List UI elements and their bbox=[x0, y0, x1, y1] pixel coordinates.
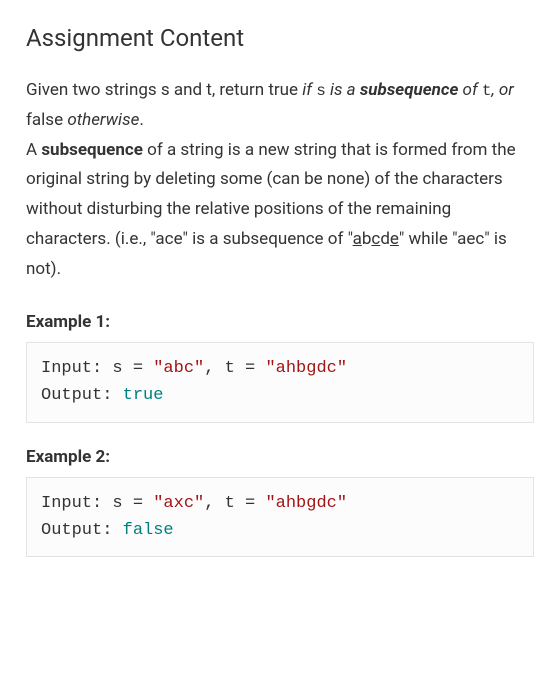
desc-italic: , or bbox=[491, 80, 513, 100]
desc-text: d bbox=[380, 229, 390, 249]
example-2-label: Example 2: bbox=[26, 447, 534, 467]
desc-italic: is a bbox=[326, 80, 360, 100]
desc-underline: c bbox=[371, 229, 380, 249]
desc-underline: e bbox=[390, 229, 399, 249]
desc-text: b bbox=[362, 229, 372, 249]
code-text: , t = bbox=[204, 359, 265, 378]
example-1-code: Input: s = "abc", t = "ahbgdc" Output: t… bbox=[26, 342, 534, 422]
code-text: Output: bbox=[41, 386, 123, 405]
desc-underline: a bbox=[353, 229, 362, 249]
code-bool: true bbox=[123, 386, 164, 405]
code-text: , t = bbox=[204, 494, 265, 513]
code-string: "ahbgdc" bbox=[265, 494, 347, 513]
page-title: Assignment Content bbox=[26, 24, 534, 52]
problem-description: Given two strings s and t, return true i… bbox=[26, 76, 534, 284]
desc-italic: of bbox=[458, 80, 482, 100]
desc-keyword: subsequence bbox=[41, 140, 143, 160]
code-string: "abc" bbox=[153, 359, 204, 378]
example-1-label: Example 1: bbox=[26, 312, 534, 332]
desc-keyword: subsequence bbox=[360, 80, 459, 100]
code-string: "ahbgdc" bbox=[265, 359, 347, 378]
code-text: Input: s = bbox=[41, 494, 153, 513]
example-2-code: Input: s = "axc", t = "ahbgdc" Output: f… bbox=[26, 477, 534, 557]
code-text: Input: s = bbox=[41, 359, 153, 378]
desc-italic: otherwise bbox=[67, 110, 139, 130]
desc-italic: if bbox=[302, 80, 316, 100]
code-text: Output: bbox=[41, 521, 123, 540]
desc-text: A bbox=[26, 140, 41, 160]
code-bool: false bbox=[123, 521, 174, 540]
desc-text: . bbox=[139, 110, 143, 130]
desc-code: s bbox=[316, 82, 326, 100]
code-string: "axc" bbox=[153, 494, 204, 513]
desc-text: Given two strings s and t, return true bbox=[26, 80, 302, 100]
desc-text: false bbox=[26, 110, 63, 130]
